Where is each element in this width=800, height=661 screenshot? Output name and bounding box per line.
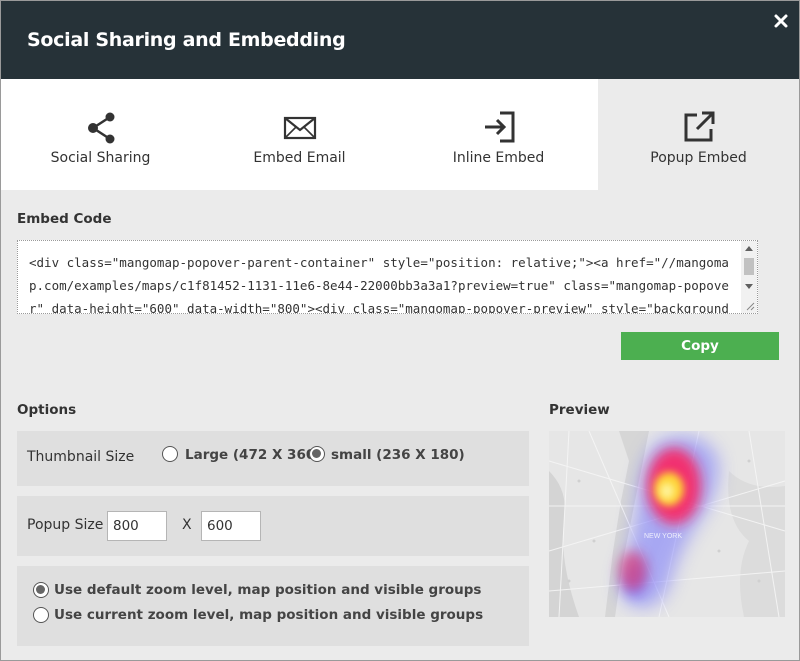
embed-code-textarea[interactable]: <div class="mangomap-popover-parent-cont…: [17, 240, 758, 314]
thumbnail-size-label: Thumbnail Size: [27, 449, 135, 465]
sign-in-icon: [484, 111, 514, 143]
zoom-default-label[interactable]: Use default zoom level, map position and…: [54, 582, 481, 598]
thumbnail-large-radio[interactable]: [162, 446, 178, 462]
tab-label: Embed Email: [253, 150, 346, 166]
popup-width-input[interactable]: [107, 511, 167, 541]
popup-height-input[interactable]: [201, 511, 261, 541]
zoom-current-radio[interactable]: [33, 607, 49, 623]
envelope-icon: [283, 116, 316, 140]
popup-size-panel: Popup Size X: [17, 496, 529, 556]
scroll-thumb[interactable]: [744, 258, 754, 275]
thumbnail-large-label[interactable]: Large (472 X 360): [185, 447, 321, 463]
embed-code-label: Embed Code: [17, 211, 112, 227]
tab-label: Social Sharing: [50, 150, 151, 166]
thumbnail-size-panel: Thumbnail Size Large (472 X 360) small (…: [17, 431, 529, 486]
thumbnail-small-radio[interactable]: [309, 446, 325, 462]
external-link-icon: [684, 111, 714, 142]
tab-embed-email[interactable]: Embed Email: [200, 79, 399, 190]
dialog-header: Social Sharing and Embedding: [1, 1, 799, 79]
heatmap-map-image: NEW YORK: [549, 431, 785, 617]
tab-label: Inline Embed: [452, 150, 545, 166]
popup-size-label: Popup Size: [27, 517, 104, 533]
embed-code-text: <div class="mangomap-popover-parent-cont…: [29, 255, 729, 314]
copy-button[interactable]: Copy: [621, 332, 779, 360]
map-city-label: NEW YORK: [644, 533, 682, 540]
close-icon[interactable]: [773, 13, 789, 29]
share-icon: [87, 112, 114, 144]
tab-popup-embed[interactable]: Popup Embed: [598, 79, 799, 190]
zoom-options-panel: Use default zoom level, map position and…: [17, 566, 529, 646]
scroll-up-icon[interactable]: [745, 246, 753, 251]
map-preview: NEW YORK: [549, 431, 785, 617]
preview-label: Preview: [549, 402, 610, 418]
scroll-down-icon[interactable]: [745, 284, 753, 289]
size-separator: X: [182, 517, 192, 533]
zoom-default-radio[interactable]: [33, 582, 49, 598]
tab-inline-embed[interactable]: Inline Embed: [399, 79, 598, 190]
tab-label: Popup Embed: [650, 150, 747, 166]
social-sharing-dialog: Social Sharing and Embedding Social Shar…: [0, 0, 800, 661]
dialog-title: Social Sharing and Embedding: [27, 29, 346, 51]
tab-social-sharing[interactable]: Social Sharing: [1, 79, 200, 190]
resize-handle-icon[interactable]: [745, 301, 755, 311]
tab-bar: Social Sharing Embed Email Inline Embed: [1, 79, 799, 190]
zoom-current-label[interactable]: Use current zoom level, map position and…: [54, 607, 483, 623]
thumbnail-small-label[interactable]: small (236 X 180): [331, 447, 465, 463]
options-label: Options: [17, 402, 77, 418]
